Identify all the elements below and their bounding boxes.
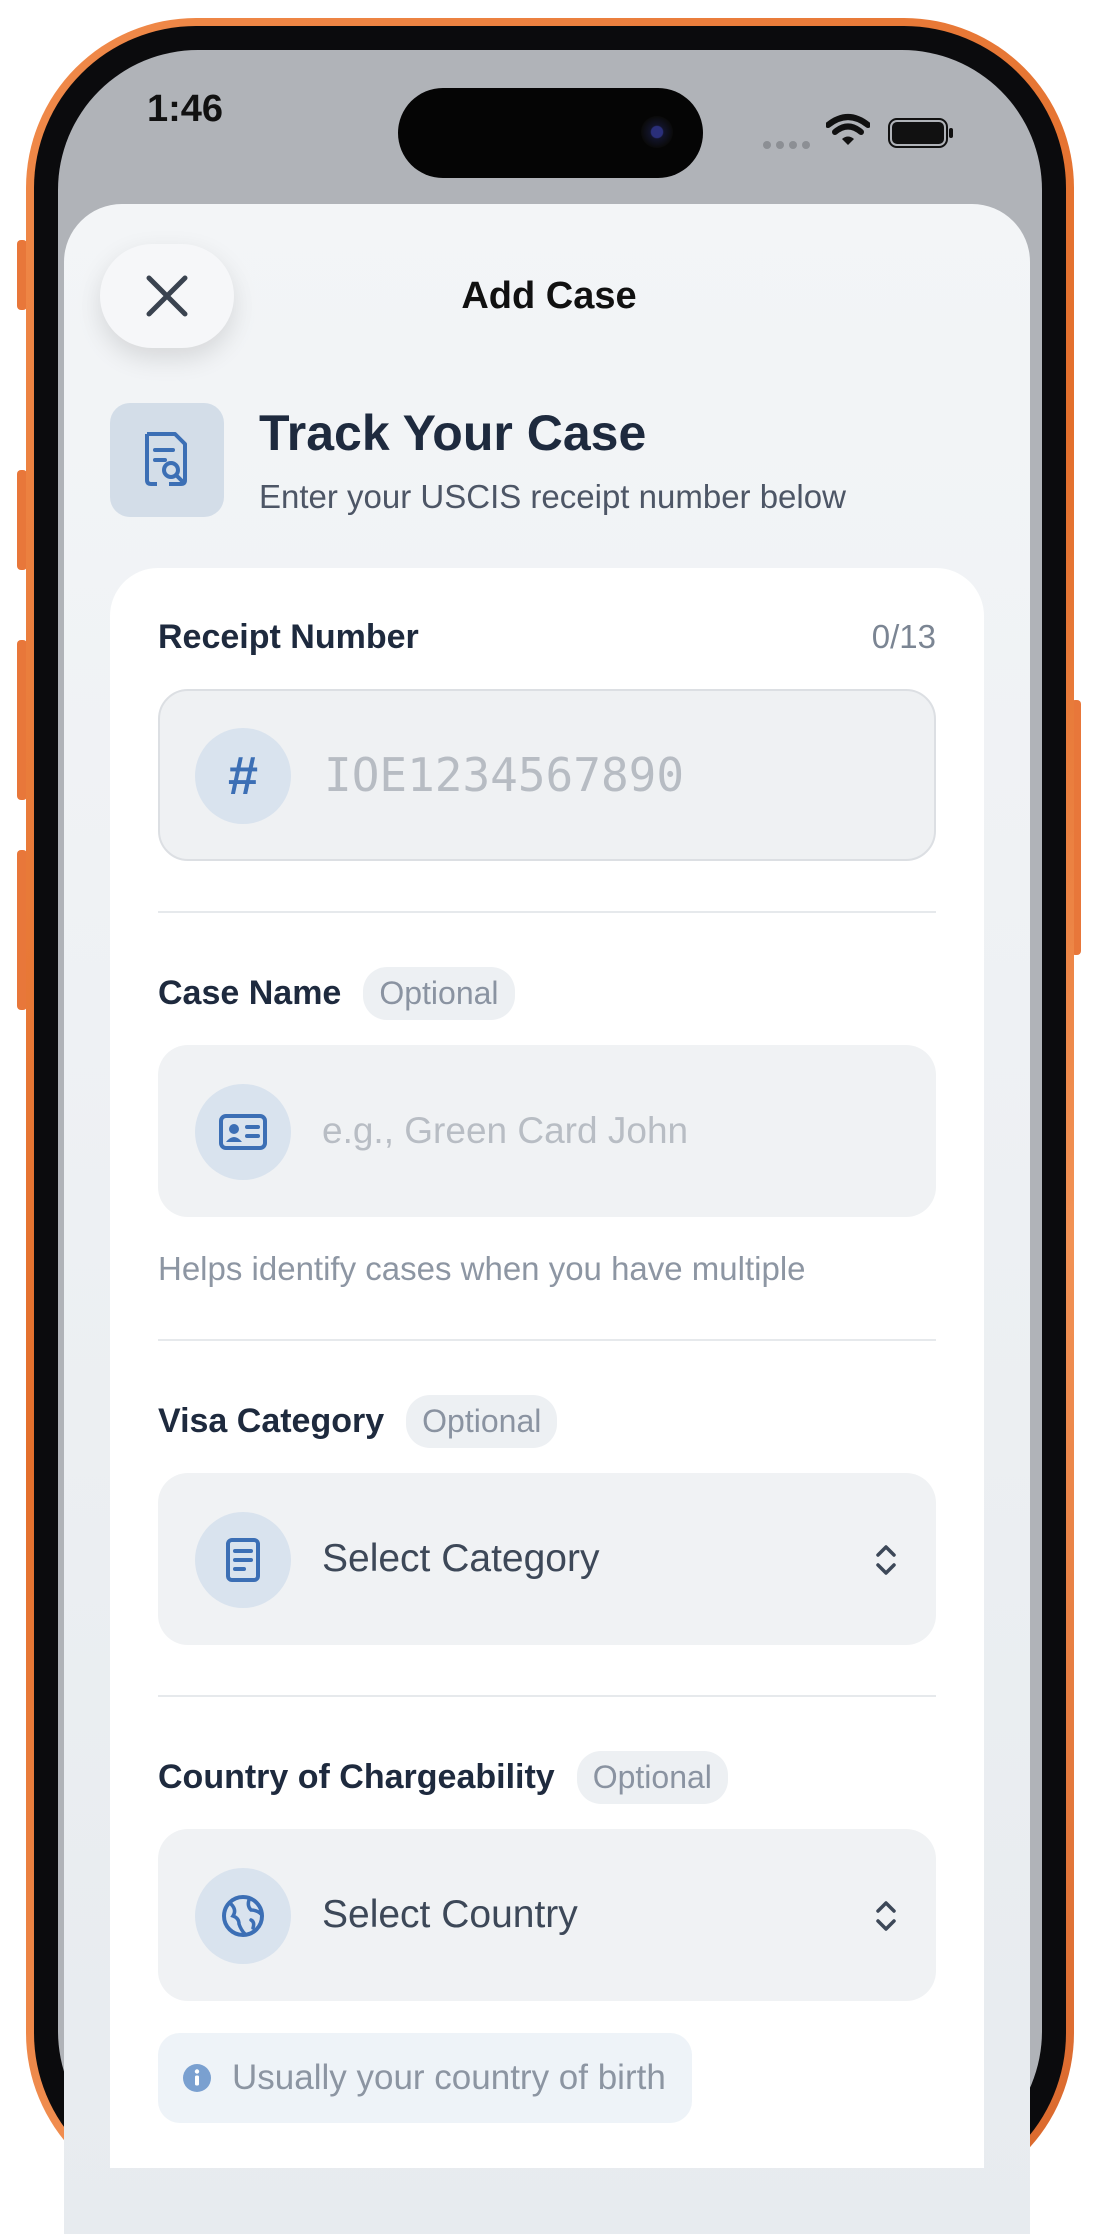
hash-icon: #: [195, 728, 291, 824]
case-name-input[interactable]: e.g., Green Card John: [158, 1045, 936, 1217]
receipt-number-input[interactable]: # IOE1234567890: [158, 689, 936, 861]
globe-icon: [195, 1868, 291, 1964]
wifi-icon: [826, 114, 870, 145]
optional-badge: Optional: [406, 1395, 558, 1448]
info-icon: [183, 2064, 211, 2092]
country-info-note: Usually your country of birth: [158, 2033, 692, 2123]
divider: [158, 1339, 936, 1341]
visa-category-value: Select Category: [322, 1537, 600, 1580]
visa-category-label-text: Visa Category: [158, 1402, 385, 1440]
status-time: 1:46: [147, 88, 224, 130]
country-value: Select Country: [322, 1893, 578, 1936]
hero-title: Track Your Case: [259, 405, 647, 461]
hero-subtitle: Enter your USCIS receipt number below: [259, 478, 846, 515]
cellular-signal-icon: [763, 136, 815, 154]
country-label-text: Country of Chargeability: [158, 1758, 555, 1796]
country-label: Country of Chargeability Optional: [158, 1751, 728, 1804]
id-card-icon: [195, 1084, 291, 1180]
country-select[interactable]: Select Country: [158, 1829, 936, 2001]
battery-icon: [888, 118, 953, 148]
case-name-label: Case Name Optional: [158, 967, 515, 1020]
dynamic-island: [398, 88, 703, 178]
case-name-label-text: Case Name: [158, 974, 342, 1012]
receipt-number-label-text: Receipt Number: [158, 618, 419, 656]
country-info-text: Usually your country of birth: [232, 2058, 666, 2097]
receipt-number-placeholder: IOE1234567890: [324, 748, 685, 802]
case-name-helper-text: Helps identify cases when you have multi…: [158, 1250, 806, 1287]
receipt-number-label: Receipt Number: [158, 618, 419, 657]
chevron-up-down-icon: [876, 1901, 896, 1931]
visa-category-label: Visa Category Optional: [158, 1395, 558, 1448]
divider: [158, 911, 936, 913]
receipt-char-counter: 0/13: [871, 618, 936, 655]
hash-glyph: #: [227, 746, 259, 806]
divider: [158, 1695, 936, 1697]
document-icon: [195, 1512, 291, 1608]
document-search-icon: [110, 403, 224, 517]
visa-category-select[interactable]: Select Category: [158, 1473, 936, 1645]
chevron-up-down-icon: [876, 1545, 896, 1575]
optional-badge: Optional: [363, 967, 515, 1020]
sheet-title: Add Case: [461, 275, 637, 317]
camera-icon: [641, 116, 673, 148]
optional-badge: Optional: [576, 1751, 728, 1804]
case-name-placeholder: e.g., Green Card John: [322, 1110, 689, 1151]
